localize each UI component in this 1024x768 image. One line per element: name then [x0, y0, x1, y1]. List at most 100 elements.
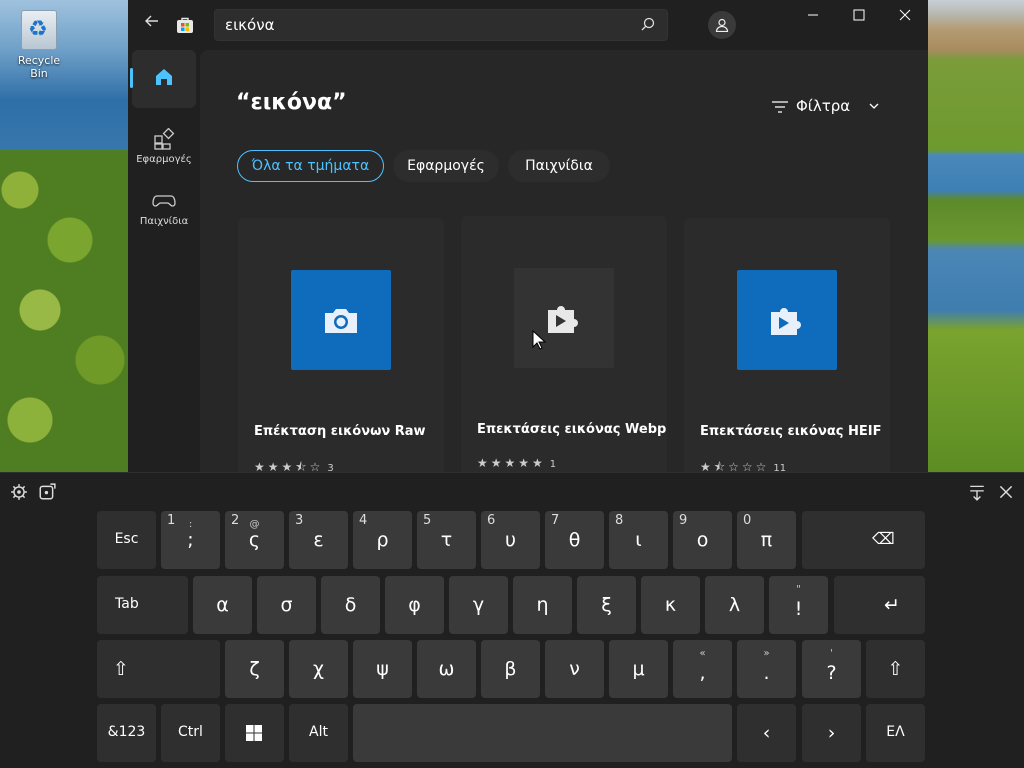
key-tab[interactable]: Tab — [97, 576, 188, 634]
key-backspace[interactable]: ⌫ — [802, 511, 925, 569]
key-kappa[interactable]: κ — [641, 576, 700, 634]
key-arrow-left[interactable]: ‹ — [737, 704, 796, 762]
keyboard-layout-icon[interactable] — [968, 483, 986, 501]
emoji-panel-icon[interactable] — [38, 483, 56, 501]
key-omega[interactable]: ω — [417, 640, 476, 698]
key-gamma[interactable]: γ — [449, 576, 508, 634]
key-mu[interactable]: μ — [609, 640, 668, 698]
key-alt[interactable]: Alt — [289, 704, 348, 762]
key-omicron[interactable]: 9ο — [673, 511, 732, 569]
filter-icon — [772, 100, 788, 113]
key-windows[interactable] — [225, 704, 284, 762]
maximize-button[interactable] — [836, 0, 882, 34]
app-card[interactable]: Επεκτάσεις εικόνας Webp ★★★★★ 1 — [461, 216, 667, 472]
key-rho[interactable]: 4ρ — [353, 511, 412, 569]
nav-home[interactable] — [130, 50, 196, 108]
key-label: φ — [408, 594, 421, 616]
key-phi[interactable]: φ — [385, 576, 444, 634]
nav-apps[interactable]: Εφαρμογές — [132, 112, 196, 170]
key-number: 8 — [615, 513, 624, 528]
key-exclamation[interactable]: "! — [769, 576, 828, 634]
key-secondary: ' — [830, 648, 833, 659]
app-tile — [737, 270, 837, 370]
keyboard-settings-icon[interactable] — [10, 483, 28, 501]
key-final-sigma[interactable]: 2 @ ς — [225, 511, 284, 569]
key-alpha[interactable]: α — [193, 576, 252, 634]
key-question[interactable]: '? — [802, 640, 861, 698]
shift-icon: ⇧ — [113, 658, 129, 680]
key-label: ; — [187, 529, 194, 551]
key-eta[interactable]: η — [513, 576, 572, 634]
minimize-button[interactable] — [790, 0, 836, 34]
key-label: ΕΛ — [886, 724, 905, 740]
key-label: μ — [632, 658, 645, 680]
nav-selection-indicator — [130, 68, 133, 88]
recycle-bin[interactable]: Recycle Bin — [8, 10, 70, 80]
key-sigma[interactable]: σ — [257, 576, 316, 634]
key-nu[interactable]: ν — [545, 640, 604, 698]
key-symbols[interactable]: &123 — [97, 704, 156, 762]
rating-stars-glyphs: ★⯪☆☆☆ — [700, 460, 770, 472]
wallpaper-right — [928, 0, 1024, 472]
key-beta[interactable]: β — [481, 640, 540, 698]
app-tile — [291, 270, 391, 370]
chevron-down-icon[interactable] — [868, 100, 880, 112]
key-psi[interactable]: ψ — [353, 640, 412, 698]
key-chi[interactable]: χ — [289, 640, 348, 698]
account-button[interactable] — [708, 11, 736, 39]
close-icon — [899, 9, 911, 21]
key-language[interactable]: ΕΛ — [866, 704, 925, 762]
navigation-rail: Εφαρμογές Παιχνίδια — [128, 50, 200, 472]
key-number: 4 — [359, 513, 368, 528]
key-label: &123 — [107, 724, 146, 740]
key-esc[interactable]: Esc — [97, 511, 156, 569]
chip-all-departments[interactable]: Όλα τα τμήματα — [237, 150, 384, 182]
key-enter[interactable]: ↵ — [834, 576, 925, 634]
key-label: δ — [344, 594, 357, 616]
key-secondary: « — [699, 648, 706, 659]
key-delta[interactable]: δ — [321, 576, 380, 634]
key-label: ψ — [376, 658, 389, 680]
wallpaper-palms-left — [0, 150, 130, 472]
key-epsilon[interactable]: 3ε — [289, 511, 348, 569]
key-label: χ — [313, 658, 324, 680]
key-number: 5 — [423, 513, 432, 528]
chip-apps[interactable]: Εφαρμογές — [393, 150, 499, 182]
key-label: ι — [635, 529, 642, 551]
filter-button[interactable]: Φίλτρα — [772, 97, 850, 115]
touch-keyboard: Esc 1:; 2 @ ς 3ε 4ρ 5τ 6υ 7θ 8ι 9ο 0π ⌫ Ta… — [0, 472, 1024, 768]
nav-games-label: Παιχνίδια — [139, 216, 189, 227]
key-xi[interactable]: ξ — [577, 576, 636, 634]
key-tau[interactable]: 5τ — [417, 511, 476, 569]
search-icon[interactable] — [639, 16, 657, 34]
key-comma[interactable]: «, — [673, 640, 732, 698]
key-label: ρ — [376, 529, 389, 551]
key-number: 3 — [295, 513, 304, 528]
key-space[interactable] — [353, 704, 732, 762]
key-iota[interactable]: 8ι — [609, 511, 668, 569]
rating-stars: ★⯪☆☆☆ 11 — [700, 458, 786, 472]
key-arrow-right[interactable]: › — [802, 704, 861, 762]
key-pi[interactable]: 0π — [737, 511, 796, 569]
key-ctrl[interactable]: Ctrl — [161, 704, 220, 762]
key-label: Esc — [114, 531, 139, 547]
search-input[interactable]: εικόνα — [225, 16, 274, 34]
key-theta[interactable]: 7θ — [545, 511, 604, 569]
chip-games[interactable]: Παιχνίδια — [508, 150, 610, 182]
key-shift-left[interactable]: ⇧ — [97, 640, 220, 698]
key-period[interactable]: ». — [737, 640, 796, 698]
app-card[interactable]: Επεκτάσεις εικόνας HEIF ★⯪☆☆☆ 11 — [684, 218, 890, 472]
key-shift-right[interactable]: ⇧ — [866, 640, 925, 698]
rating-stars: ★★★⯪☆ 3 — [254, 458, 334, 472]
close-button[interactable] — [882, 0, 928, 34]
key-semicolon[interactable]: 1:; — [161, 511, 220, 569]
search-box[interactable]: εικόνα — [214, 9, 668, 41]
app-card[interactable]: Επέκταση εικόνων Raw ★★★⯪☆ 3 — [238, 218, 444, 472]
key-lambda[interactable]: λ — [705, 576, 764, 634]
rating-count: 3 — [327, 463, 334, 472]
key-upsilon[interactable]: 6υ — [481, 511, 540, 569]
key-zeta[interactable]: ζ — [225, 640, 284, 698]
keyboard-close-icon[interactable] — [997, 483, 1015, 501]
back-button[interactable] — [140, 12, 164, 36]
nav-games[interactable]: Παιχνίδια — [132, 174, 196, 232]
